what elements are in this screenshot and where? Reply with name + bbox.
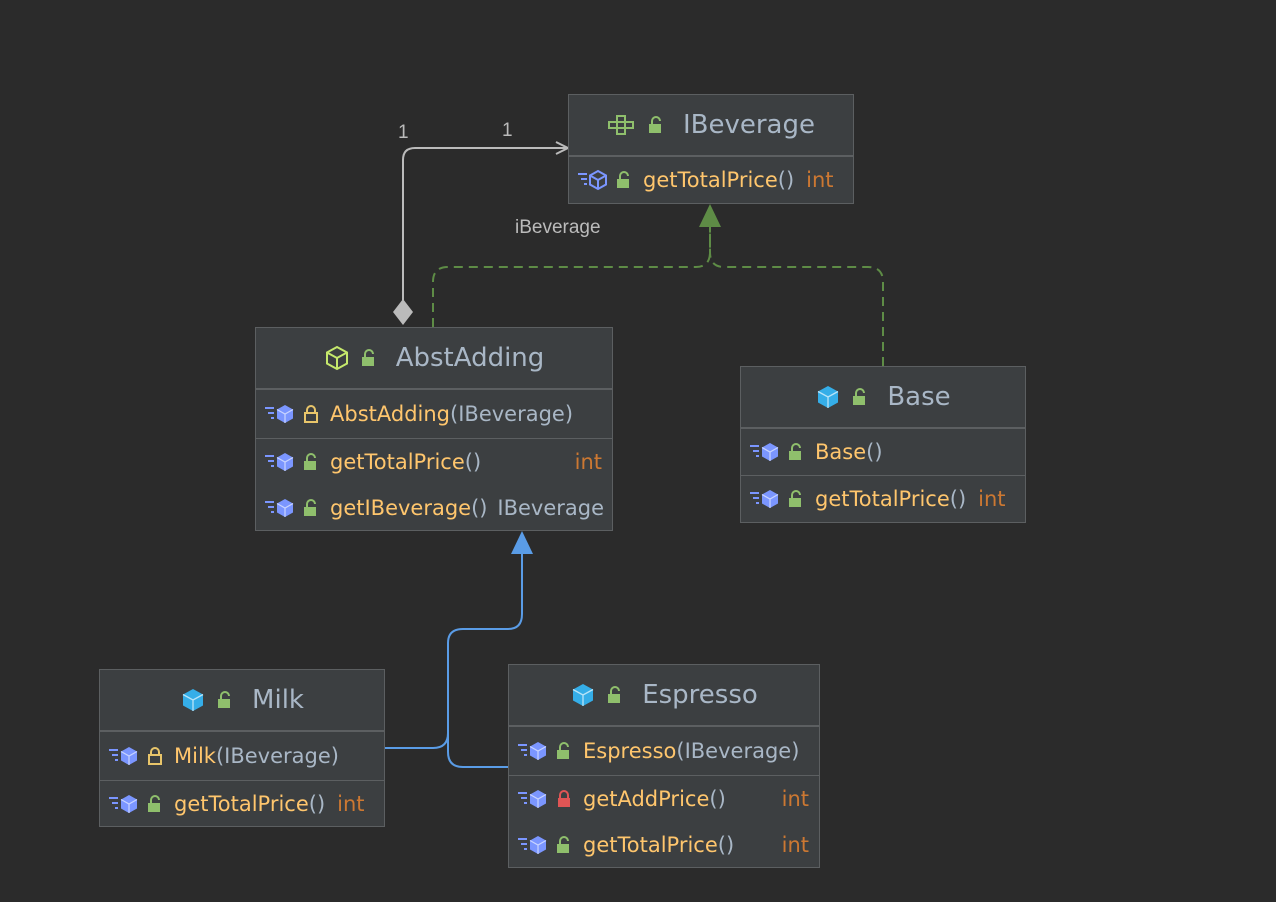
- class-name: Milk: [252, 685, 304, 715]
- public-lock-icon: [302, 452, 320, 472]
- method-icon: [264, 451, 296, 473]
- constructors-section: Milk(IBeverage): [100, 731, 384, 780]
- method-icon: [264, 403, 296, 425]
- interface-icon: [607, 114, 637, 136]
- method-row[interactable]: getAddPrice() int: [509, 776, 819, 822]
- methods-section: getTotalPrice() int getIBeverage() IBeve…: [256, 438, 612, 531]
- method-icon: [108, 745, 140, 767]
- composition-diamond: [393, 299, 413, 325]
- methods-section: getTotalPrice() int: [100, 780, 384, 827]
- public-lock-icon: [606, 685, 624, 705]
- method-icon: [517, 788, 549, 810]
- public-lock-icon: [647, 115, 665, 135]
- protected-lock-icon: [302, 404, 320, 424]
- constructor-name: AbstAdding(IBeverage): [330, 402, 574, 426]
- extends-edge-espresso[interactable]: [447, 643, 508, 768]
- method-name: getTotalPrice(): [815, 487, 967, 511]
- role-label: iBeverage: [515, 217, 601, 238]
- method-name: getIBeverage(): [330, 496, 488, 520]
- abstract-method-icon: [577, 169, 609, 191]
- class-node-ibeverage[interactable]: IBeverage getTotalPrice() int: [568, 94, 854, 204]
- method-icon: [108, 793, 140, 815]
- method-name: getTotalPrice(): [643, 168, 795, 192]
- public-lock-icon: [555, 741, 573, 761]
- method-icon: [517, 834, 549, 856]
- extends-edge-milk[interactable]: [385, 554, 523, 749]
- protected-lock-icon: [146, 746, 164, 766]
- constructor-row[interactable]: Espresso(IBeverage): [509, 727, 819, 775]
- realization-edge-base[interactable]: [709, 226, 884, 366]
- public-lock-icon: [555, 835, 573, 855]
- constructor-name: Espresso(IBeverage): [583, 739, 800, 763]
- class-icon: [180, 687, 206, 713]
- constructors-section: Base(): [741, 428, 1025, 475]
- methods-section: getTotalPrice() int: [569, 156, 853, 203]
- private-lock-icon: [555, 789, 573, 809]
- class-header: IBeverage: [569, 95, 853, 156]
- constructors-section: AbstAdding(IBeverage): [256, 389, 612, 438]
- target-multiplicity: 1: [502, 120, 513, 141]
- method-row[interactable]: getIBeverage() IBeverage: [256, 485, 612, 531]
- return-type: IBeverage: [497, 496, 604, 520]
- source-multiplicity: 1: [398, 122, 409, 143]
- extends-arrowhead: [511, 531, 533, 554]
- return-type: int: [806, 168, 834, 192]
- method-icon: [749, 441, 781, 463]
- public-lock-icon: [302, 498, 320, 518]
- constructor-row[interactable]: Milk(IBeverage): [100, 732, 384, 780]
- public-lock-icon: [615, 170, 633, 190]
- method-icon: [749, 488, 781, 510]
- public-lock-icon: [787, 442, 805, 462]
- class-name: Base: [887, 382, 951, 412]
- class-node-espresso[interactable]: Espresso Espresso(IBeverage) getAddPrice…: [508, 664, 820, 868]
- constructor-row[interactable]: AbstAdding(IBeverage): [256, 390, 612, 438]
- class-node-base[interactable]: Base Base() getTotalPrice() int: [740, 366, 1026, 523]
- method-name: getTotalPrice(): [174, 792, 326, 816]
- method-icon: [264, 497, 296, 519]
- constructor-row[interactable]: Base(): [741, 429, 1025, 475]
- public-lock-icon: [787, 489, 805, 509]
- class-icon: [570, 682, 596, 708]
- return-type: int: [337, 792, 365, 816]
- constructor-name: Base(): [815, 440, 883, 464]
- method-row[interactable]: getTotalPrice() int: [569, 157, 853, 203]
- class-header: Base: [741, 367, 1025, 428]
- method-name: getTotalPrice(): [330, 450, 482, 474]
- return-type: int: [781, 787, 809, 811]
- method-row[interactable]: getTotalPrice() int: [256, 439, 612, 485]
- methods-section: getTotalPrice() int: [741, 475, 1025, 522]
- abstract-class-icon: [324, 345, 350, 371]
- constructor-name: Milk(IBeverage): [174, 744, 339, 768]
- methods-section: getAddPrice() int getTotalPrice() int: [509, 775, 819, 868]
- return-type: int: [781, 833, 809, 857]
- realization-edge-abstadding[interactable]: [432, 226, 711, 327]
- class-header: Espresso: [509, 665, 819, 726]
- return-type: int: [574, 450, 602, 474]
- class-name: AbstAdding: [395, 343, 545, 373]
- public-lock-icon: [360, 348, 378, 368]
- class-node-milk[interactable]: Milk Milk(IBeverage) getTotalPrice() int: [99, 669, 385, 827]
- class-icon: [815, 384, 841, 410]
- method-name: getAddPrice(): [583, 787, 726, 811]
- method-row[interactable]: getTotalPrice() int: [100, 781, 384, 827]
- public-lock-icon: [851, 387, 869, 407]
- method-row[interactable]: getTotalPrice() int: [509, 822, 819, 868]
- public-lock-icon: [216, 690, 234, 710]
- return-type: int: [978, 487, 1006, 511]
- class-name: IBeverage: [682, 110, 815, 140]
- class-node-abstadding[interactable]: AbstAdding AbstAdding(IBeverage) getTota…: [255, 327, 613, 531]
- method-row[interactable]: getTotalPrice() int: [741, 476, 1025, 522]
- method-name: getTotalPrice(): [583, 833, 735, 857]
- constructors-section: Espresso(IBeverage): [509, 726, 819, 775]
- realization-arrowhead: [699, 204, 721, 227]
- class-header: AbstAdding: [256, 328, 612, 389]
- method-icon: [517, 740, 549, 762]
- class-header: Milk: [100, 670, 384, 731]
- class-name: Espresso: [642, 680, 758, 710]
- public-lock-icon: [146, 794, 164, 814]
